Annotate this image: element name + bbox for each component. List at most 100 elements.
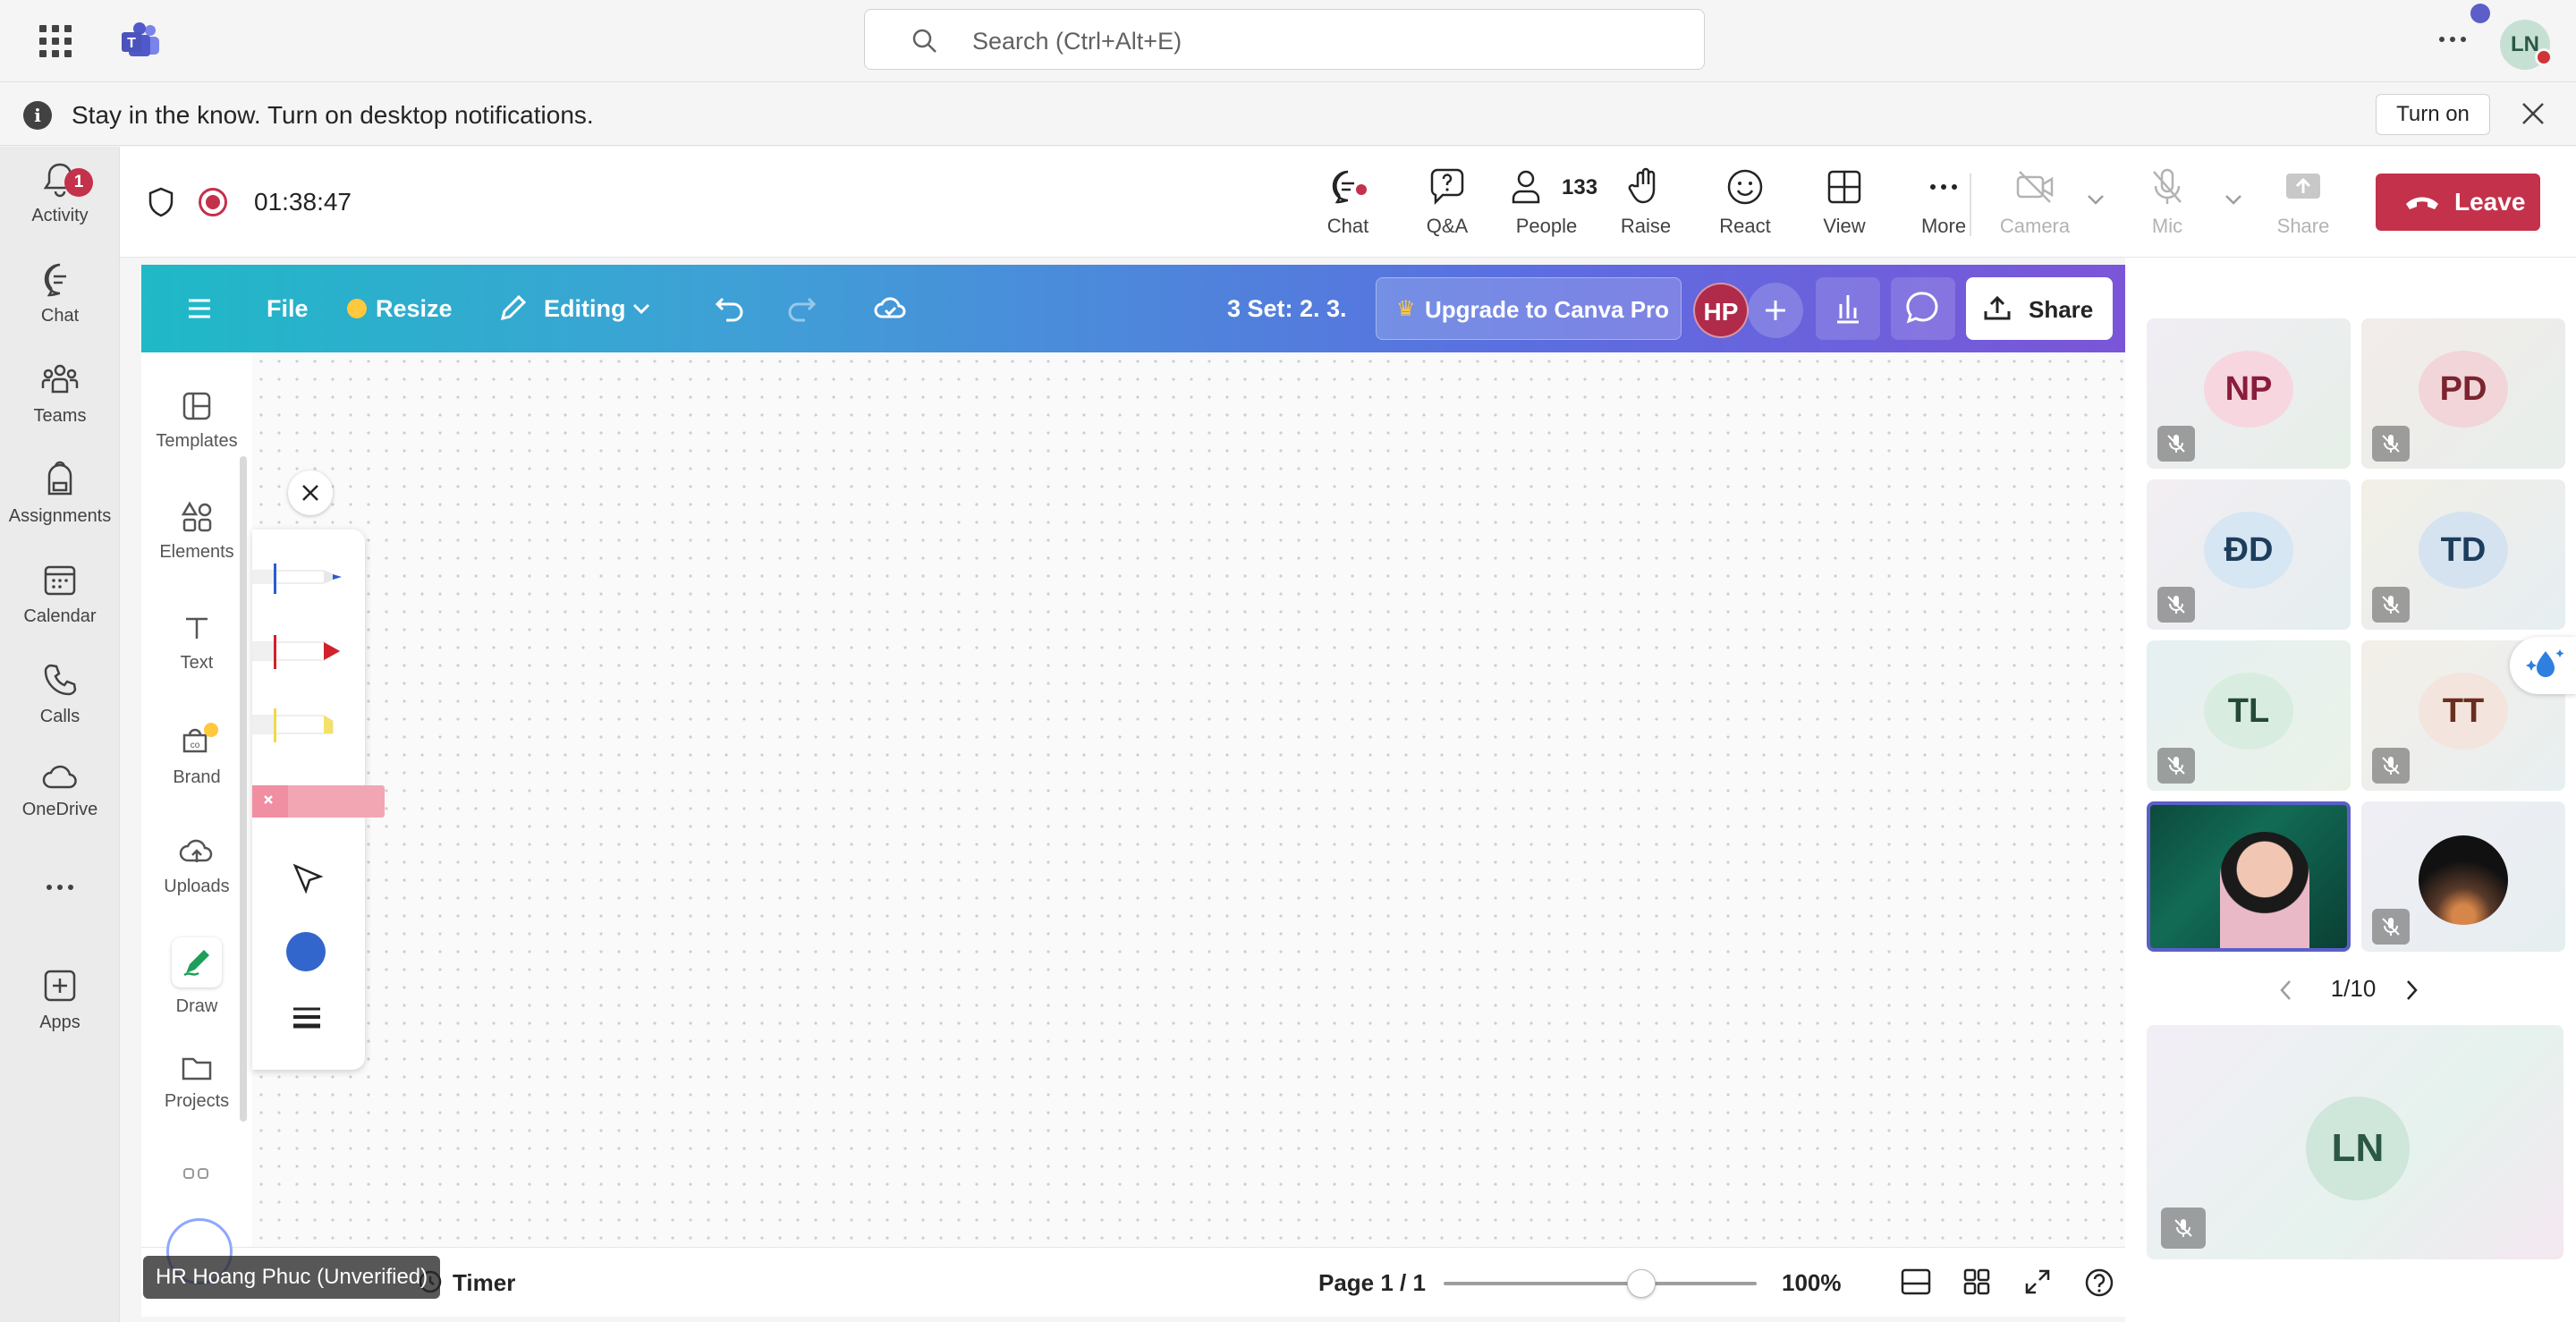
chevron-left-icon[interactable] bbox=[2277, 979, 2295, 1002]
toolbar-label: Raise bbox=[1620, 215, 1672, 237]
sidebar-item-templates[interactable]: Templates bbox=[141, 390, 252, 452]
help-icon[interactable] bbox=[2084, 1267, 2114, 1298]
rail-item-chat[interactable]: Chat bbox=[0, 259, 120, 349]
qa-button[interactable]: Q&A bbox=[1398, 166, 1496, 238]
chevron-right-icon[interactable] bbox=[2402, 979, 2420, 1002]
canva-share-button[interactable]: Share bbox=[1966, 277, 2113, 340]
self-avatar: LN bbox=[2306, 1097, 2410, 1200]
search-icon bbox=[911, 28, 938, 55]
sidebar-item-brand[interactable]: co Brand bbox=[141, 723, 252, 788]
rail-label: Chat bbox=[40, 306, 80, 326]
eraser-tool[interactable] bbox=[252, 776, 386, 821]
pen-tool[interactable] bbox=[252, 556, 369, 601]
zoom-slider-track[interactable] bbox=[1444, 1282, 1757, 1285]
participant-tile[interactable]: NP bbox=[2147, 318, 2351, 469]
activity-badge: 1 bbox=[64, 168, 93, 197]
copilot-button[interactable] bbox=[2510, 637, 2576, 694]
active-speaker-video-tile[interactable] bbox=[2147, 801, 2351, 952]
sidebar-item-uploads[interactable]: Uploads bbox=[141, 835, 252, 897]
page-indicator[interactable]: Page 1 / 1 bbox=[1318, 1269, 1426, 1297]
timer-button[interactable]: Timer bbox=[453, 1269, 515, 1297]
share-button[interactable]: Share bbox=[2254, 166, 2352, 238]
grid-view-icon[interactable] bbox=[1962, 1267, 1991, 1296]
react-button[interactable]: React bbox=[1696, 166, 1794, 238]
cloud-saved-icon[interactable] bbox=[873, 293, 909, 322]
teams-logo-icon: T bbox=[120, 21, 161, 59]
participant-tile[interactable]: TD bbox=[2361, 479, 2565, 630]
leave-button[interactable]: Leave bbox=[2376, 174, 2540, 231]
sidebar-item-draw[interactable]: Draw bbox=[141, 937, 252, 1017]
text-icon bbox=[186, 617, 208, 639]
participant-avatar: PD bbox=[2419, 351, 2508, 428]
color-picker-swatch[interactable] bbox=[286, 932, 326, 971]
resize-button[interactable]: Resize bbox=[376, 295, 453, 323]
close-draw-panel-button[interactable] bbox=[288, 470, 333, 515]
undo-icon[interactable] bbox=[714, 293, 746, 322]
turn-on-button[interactable]: Turn on bbox=[2376, 94, 2490, 135]
insights-button[interactable] bbox=[1816, 277, 1880, 340]
rail-item-onedrive[interactable]: OneDrive bbox=[0, 760, 120, 850]
design-title[interactable]: 3 Set: 2. 3. bbox=[1227, 295, 1347, 323]
self-view-tile[interactable]: LN bbox=[2147, 1025, 2563, 1259]
fullscreen-icon[interactable] bbox=[2023, 1267, 2052, 1296]
rail-item-activity[interactable]: 1 Activity bbox=[0, 159, 120, 249]
upload-icon bbox=[1984, 295, 2011, 320]
highlighter-tool[interactable] bbox=[252, 703, 369, 748]
brand-icon: co bbox=[182, 723, 218, 753]
file-menu[interactable]: File bbox=[267, 295, 309, 323]
marker-tool[interactable] bbox=[252, 630, 369, 674]
chevron-down-icon[interactable] bbox=[631, 302, 651, 315]
rail-item-teams[interactable]: Teams bbox=[0, 360, 120, 449]
search-box[interactable]: Search (Ctrl+Alt+E) bbox=[864, 9, 1705, 70]
redo-icon[interactable] bbox=[785, 293, 818, 322]
more-apps-icon[interactable] bbox=[141, 1166, 252, 1181]
camera-button[interactable]: Camera bbox=[1986, 166, 2084, 238]
participant-tile[interactable]: PD bbox=[2361, 318, 2565, 469]
participant-avatar: TL bbox=[2204, 673, 2293, 750]
sidebar-item-projects[interactable]: Projects bbox=[141, 1054, 252, 1112]
whiteboard-canvas[interactable] bbox=[252, 352, 2125, 1247]
editing-mode-dropdown[interactable]: Editing bbox=[544, 295, 625, 323]
comments-button[interactable] bbox=[1891, 277, 1955, 340]
rail-item-apps[interactable]: Apps bbox=[0, 966, 120, 1055]
view-button[interactable]: View bbox=[1795, 166, 1894, 238]
zoom-level[interactable]: 100% bbox=[1782, 1269, 1842, 1297]
camera-options-chevron-icon[interactable] bbox=[2086, 193, 2106, 206]
svg-text:T: T bbox=[127, 36, 136, 51]
sidebar-item-elements[interactable]: Elements bbox=[141, 501, 252, 563]
sidebar-item-text[interactable]: Text bbox=[141, 612, 252, 674]
hamburger-menu-icon[interactable] bbox=[186, 295, 213, 322]
close-icon[interactable] bbox=[2519, 99, 2547, 128]
chat-button[interactable]: Chat bbox=[1299, 166, 1397, 238]
participant-tile[interactable]: ĐD bbox=[2147, 479, 2351, 630]
sidebar-label: Elements bbox=[159, 542, 234, 562]
participant-tile[interactable]: TL bbox=[2147, 640, 2351, 791]
shield-icon[interactable] bbox=[147, 186, 175, 218]
select-tool[interactable] bbox=[288, 860, 327, 900]
mic-options-chevron-icon[interactable] bbox=[2224, 193, 2243, 206]
rail-item-calls[interactable]: Calls bbox=[0, 660, 120, 750]
rail-item-assignments[interactable]: Assignments bbox=[0, 460, 120, 549]
more-button[interactable]: More bbox=[1894, 166, 1993, 238]
participant-tile[interactable] bbox=[2361, 801, 2565, 952]
upgrade-button[interactable]: ♛ Upgrade to Canva Pro bbox=[1376, 277, 1682, 340]
bar-chart-icon bbox=[1837, 295, 1859, 324]
raise-hand-button[interactable]: Raise bbox=[1597, 166, 1695, 238]
zoom-slider-handle[interactable] bbox=[1626, 1269, 1656, 1298]
notes-view-icon[interactable] bbox=[1900, 1267, 1932, 1296]
stroke-weight-icon[interactable] bbox=[292, 1004, 322, 1030]
app-launcher-icon[interactable] bbox=[39, 25, 72, 57]
mic-button[interactable]: Mic bbox=[2118, 166, 2216, 238]
more-options-icon[interactable] bbox=[2433, 23, 2472, 55]
mic-muted-icon bbox=[2372, 748, 2410, 784]
unread-dot bbox=[1356, 184, 1367, 195]
rail-item-calendar[interactable]: Calendar bbox=[0, 560, 120, 649]
sidebar-scrollbar[interactable] bbox=[240, 456, 247, 1122]
recording-icon bbox=[199, 188, 227, 216]
more-apps-icon[interactable] bbox=[0, 878, 120, 914]
draw-icon bbox=[172, 937, 222, 987]
gallery-page-indicator: 1/10 bbox=[2330, 975, 2377, 1002]
collaborator-avatar[interactable]: HP bbox=[1693, 283, 1749, 338]
people-button[interactable]: 133 People bbox=[1497, 166, 1597, 238]
add-collaborator-button[interactable] bbox=[1748, 283, 1803, 338]
